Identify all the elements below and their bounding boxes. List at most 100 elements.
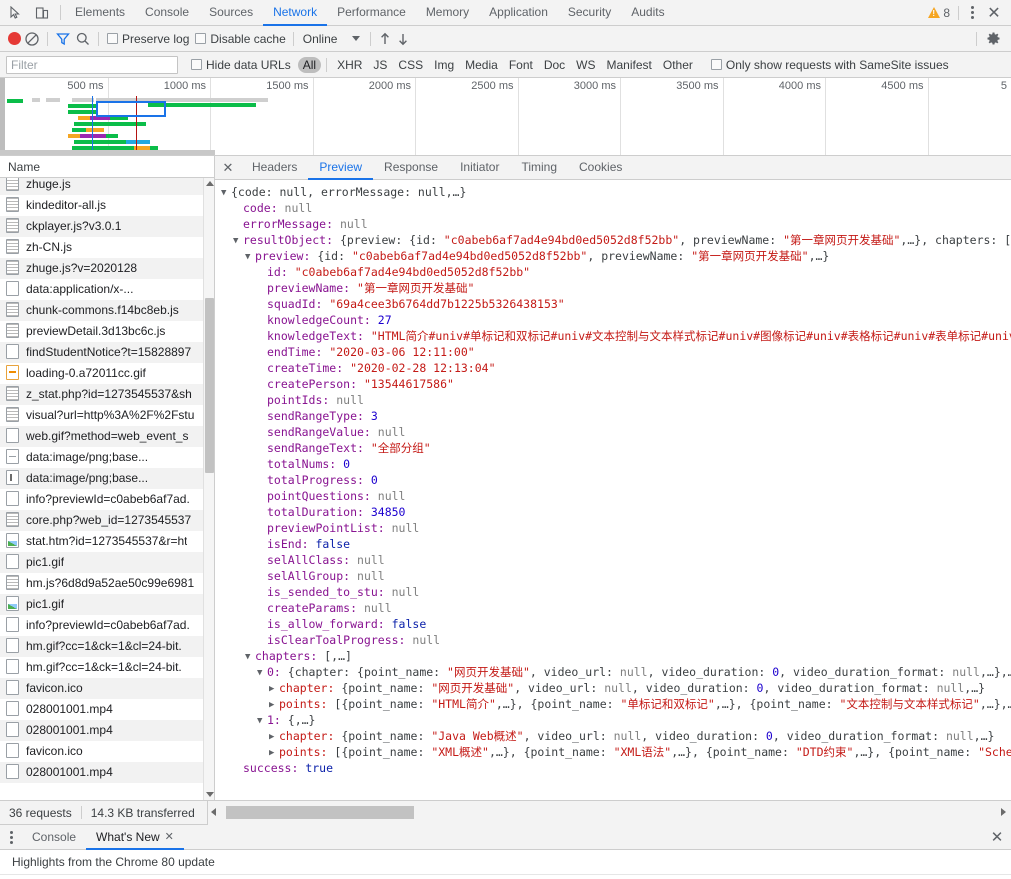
- json-line[interactable]: createTime: "2020-02-28 12:13:04": [215, 360, 1011, 376]
- tab-console[interactable]: Console: [135, 0, 199, 26]
- request-row[interactable]: stat.htm?id=1273545537&r=ht: [0, 531, 214, 552]
- json-line[interactable]: code: null: [215, 200, 1011, 216]
- preserve-log-checkbox[interactable]: Preserve log: [105, 32, 191, 46]
- request-row[interactable]: pic1.gif: [0, 594, 214, 615]
- json-line[interactable]: pointQuestions: null: [215, 488, 1011, 504]
- json-line[interactable]: is_sended_to_stu: null: [215, 584, 1011, 600]
- json-line[interactable]: preview: {id: "c0abeb6af7ad4e94bd0ed5052…: [215, 248, 1011, 264]
- disable-cache-box[interactable]: [195, 33, 207, 44]
- json-line[interactable]: 0: {chapter: {point_name: "网页开发基础", vide…: [215, 664, 1011, 680]
- request-list-scrollbar[interactable]: [203, 178, 214, 800]
- chevron-right-icon[interactable]: [269, 729, 278, 745]
- request-row[interactable]: z_stat.php?id=1273545537&sh: [0, 384, 214, 405]
- request-row[interactable]: data:image/png;base...: [0, 447, 214, 468]
- tab-elements[interactable]: Elements: [65, 0, 135, 26]
- tab-cookies[interactable]: Cookies: [568, 156, 633, 180]
- request-row[interactable]: pic1.gif: [0, 552, 214, 573]
- horizontal-scrollbar-thumb[interactable]: [225, 805, 414, 819]
- request-row[interactable]: 028001001.mp4: [0, 699, 214, 720]
- tab-initiator[interactable]: Initiator: [449, 156, 510, 180]
- json-line[interactable]: chapter: {point_name: "Java Web概述", vide…: [215, 728, 1011, 744]
- drawer-tab-console[interactable]: Console: [22, 825, 86, 850]
- request-list-header[interactable]: Name: [0, 156, 214, 178]
- request-row[interactable]: core.php?web_id=1273545537: [0, 510, 214, 531]
- json-line[interactable]: id: "c0abeb6af7ad4e94bd0ed5052d8f52bb": [215, 264, 1011, 280]
- type-filter-js[interactable]: JS: [368, 57, 392, 73]
- json-line[interactable]: chapter: {point_name: "网页开发基础", video_ur…: [215, 680, 1011, 696]
- request-row[interactable]: zhuge.js: [0, 178, 214, 195]
- json-line[interactable]: isClearToalProgress: null: [215, 632, 1011, 648]
- chevron-down-icon[interactable]: [221, 185, 230, 201]
- request-row[interactable]: kindeditor-all.js: [0, 195, 214, 216]
- request-row[interactable]: web.gif?method=web_event_s: [0, 426, 214, 447]
- type-filter-manifest[interactable]: Manifest: [602, 57, 657, 73]
- json-line[interactable]: createPerson: "13544617586": [215, 376, 1011, 392]
- json-line[interactable]: endTime: "2020-03-06 12:11:00": [215, 344, 1011, 360]
- hide-data-urls-box[interactable]: [191, 59, 202, 70]
- type-filter-xhr[interactable]: XHR: [332, 57, 367, 73]
- scroll-up-arrow-icon[interactable]: [204, 178, 214, 189]
- chevron-down-icon[interactable]: [245, 249, 254, 265]
- inspect-cursor-icon[interactable]: [6, 3, 26, 23]
- import-har-icon[interactable]: [377, 31, 393, 47]
- request-row[interactable]: data:application/x-...: [0, 279, 214, 300]
- request-row[interactable]: hm.gif?cc=1&ck=1&cl=24-bit.: [0, 636, 214, 657]
- request-row[interactable]: findStudentNotice?t=15828897: [0, 342, 214, 363]
- close-drawer-icon[interactable]: ✕: [983, 825, 1011, 849]
- request-row[interactable]: zh-CN.js: [0, 237, 214, 258]
- samesite-issues-box[interactable]: [710, 59, 722, 70]
- type-filter-css[interactable]: CSS: [393, 57, 428, 73]
- request-row[interactable]: 028001001.mp4: [0, 720, 214, 741]
- json-line[interactable]: totalNums: 0: [215, 456, 1011, 472]
- samesite-issues-checkbox[interactable]: Only show requests with SameSite issues: [709, 58, 951, 72]
- filter-funnel-icon[interactable]: [54, 30, 72, 48]
- close-detail-icon[interactable]: ✕: [215, 156, 241, 179]
- request-row[interactable]: visual?url=http%3A%2F%2Fstu: [0, 405, 214, 426]
- tab-network[interactable]: Network: [263, 0, 328, 26]
- json-line[interactable]: success: true: [215, 760, 1011, 776]
- json-line[interactable]: points: [{point_name: "HTML简介",…}, {poin…: [215, 696, 1011, 712]
- json-line[interactable]: previewPointList: null: [215, 520, 1011, 536]
- type-filter-img[interactable]: Img: [429, 57, 459, 73]
- close-devtools-icon[interactable]: ✕: [983, 2, 1005, 24]
- more-options-icon[interactable]: [963, 4, 981, 22]
- preserve-log-box[interactable]: [107, 33, 118, 44]
- type-filter-ws[interactable]: WS: [571, 57, 600, 73]
- json-line[interactable]: sendRangeText: "全部分组": [215, 440, 1011, 456]
- chevron-down-icon[interactable]: [233, 233, 242, 249]
- type-filter-all[interactable]: All: [297, 56, 322, 73]
- tab-response[interactable]: Response: [373, 156, 449, 180]
- json-line[interactable]: createParams: null: [215, 600, 1011, 616]
- chevron-right-icon[interactable]: [269, 697, 278, 713]
- tab-audits[interactable]: Audits: [621, 0, 674, 26]
- json-line[interactable]: points: [{point_name: "XML概述",…}, {point…: [215, 744, 1011, 760]
- tab-preview[interactable]: Preview: [308, 156, 374, 180]
- json-line[interactable]: sendRangeValue: null: [215, 424, 1011, 440]
- type-filter-font[interactable]: Font: [504, 57, 538, 73]
- request-row[interactable]: info?previewId=c0abeb6af7ad.: [0, 489, 214, 510]
- export-har-icon[interactable]: [395, 31, 411, 47]
- request-row[interactable]: data:image/png;base...: [0, 468, 214, 489]
- scroll-right-arrow-icon[interactable]: [1001, 807, 1006, 816]
- device-toolbar-icon[interactable]: [32, 3, 52, 23]
- request-row[interactable]: info?previewId=c0abeb6af7ad.: [0, 615, 214, 636]
- hide-data-urls-checkbox[interactable]: Hide data URLs: [189, 58, 293, 72]
- json-line[interactable]: resultObject: {preview: {id: "c0abeb6af7…: [215, 232, 1011, 248]
- type-filter-doc[interactable]: Doc: [539, 57, 570, 73]
- tab-timing[interactable]: Timing: [510, 156, 568, 180]
- chevron-right-icon[interactable]: [269, 681, 278, 697]
- type-filter-other[interactable]: Other: [658, 57, 698, 73]
- json-line[interactable]: 1: {,…}: [215, 712, 1011, 728]
- type-filter-media[interactable]: Media: [460, 57, 503, 73]
- overview-selection-window[interactable]: [96, 101, 166, 117]
- request-row[interactable]: loading-0.a72011cc.gif: [0, 363, 214, 384]
- request-row[interactable]: 028001001.mp4: [0, 762, 214, 783]
- search-icon[interactable]: [74, 30, 92, 48]
- json-line[interactable]: knowledgeCount: 27: [215, 312, 1011, 328]
- request-row[interactable]: hm.js?6d8d9a52ae50c99e6981: [0, 573, 214, 594]
- chevron-down-icon[interactable]: [245, 649, 254, 665]
- request-row[interactable]: hm.gif?cc=1&ck=1&cl=24-bit.: [0, 657, 214, 678]
- request-row[interactable]: previewDetail.3d13bc6c.js: [0, 321, 214, 342]
- throttle-select[interactable]: Online: [299, 32, 365, 46]
- drawer-tab-whats-new[interactable]: What's New ✕: [86, 825, 184, 850]
